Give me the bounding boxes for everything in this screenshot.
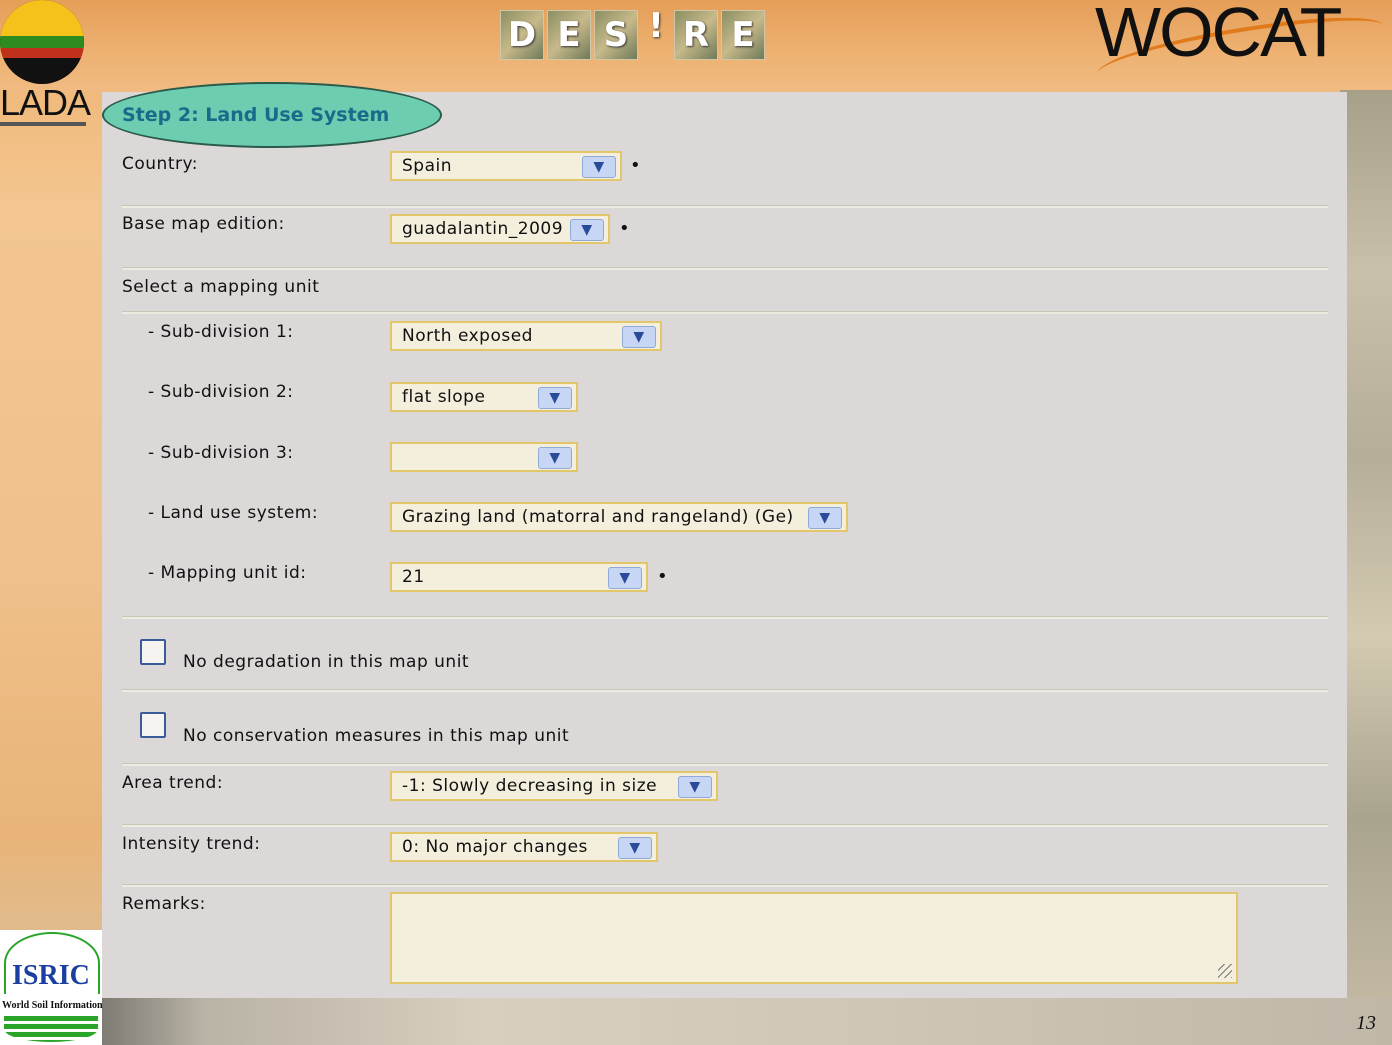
country-select[interactable]: Spain ▼ — [390, 151, 622, 181]
desire-letter: S — [594, 10, 638, 60]
chevron-down-icon[interactable]: ▼ — [538, 447, 572, 469]
subdivision2-select[interactable]: flat slope ▼ — [390, 382, 578, 412]
page-number: 13 — [1356, 1012, 1376, 1034]
intensity-trend-label: Intensity trend: — [122, 834, 261, 854]
desire-letter: E — [547, 10, 591, 60]
intensity-trend-select-value: 0: No major changes — [402, 837, 588, 857]
country-label: Country: — [122, 154, 199, 174]
remarks-label: Remarks: — [122, 894, 206, 914]
no-conservation-checkbox[interactable] — [140, 712, 166, 738]
desire-letter: ! — [648, 6, 664, 46]
no-degradation-label[interactable]: No degradation in this map unit — [183, 652, 469, 672]
mapping-unit-id-select-value: 21 — [402, 567, 425, 587]
desire-logo: D E S ! R E — [500, 6, 765, 60]
mapping-unit-id-label: - Mapping unit id: — [148, 563, 307, 583]
chevron-down-icon[interactable]: ▼ — [622, 326, 656, 348]
lada-logo: LADA — [0, 0, 91, 130]
chevron-down-icon[interactable]: ▼ — [538, 387, 572, 409]
form-panel — [102, 92, 1347, 998]
area-trend-select[interactable]: -1: Slowly decreasing in size ▼ — [390, 771, 718, 801]
desire-letter: R — [674, 10, 718, 60]
area-trend-label: Area trend: — [122, 773, 224, 793]
subdivision2-select-value: flat slope — [402, 387, 486, 407]
chevron-down-icon[interactable]: ▼ — [570, 219, 604, 241]
no-degradation-checkbox[interactable] — [140, 639, 166, 665]
subdivision1-select[interactable]: North exposed ▼ — [390, 321, 662, 351]
base-map-label: Base map edition: — [122, 214, 285, 234]
isric-subtitle: World Soil Information — [2, 1000, 103, 1011]
required-marker: • — [619, 218, 630, 239]
chevron-down-icon[interactable]: ▼ — [808, 507, 842, 529]
chevron-down-icon[interactable]: ▼ — [582, 156, 616, 178]
subdivision3-label: - Sub-division 3: — [148, 443, 294, 463]
base-map-select[interactable]: guadalantin_2009 ▼ — [390, 214, 610, 244]
resize-grip-icon[interactable] — [1218, 964, 1232, 978]
desire-letter: D — [500, 10, 544, 60]
isric-logo-text: ISRIC — [12, 960, 90, 991]
country-select-value: Spain — [402, 156, 452, 176]
lada-emblem-icon — [0, 0, 84, 84]
intensity-trend-select[interactable]: 0: No major changes ▼ — [390, 832, 658, 862]
remarks-textarea[interactable] — [390, 892, 1238, 984]
chevron-down-icon[interactable]: ▼ — [618, 837, 652, 859]
land-use-system-select-value: Grazing land (matorral and rangeland) (G… — [402, 507, 794, 527]
mapping-unit-id-select[interactable]: 21 ▼ — [390, 562, 648, 592]
no-conservation-label[interactable]: No conservation measures in this map uni… — [183, 726, 569, 746]
desire-letter: E — [721, 10, 765, 60]
base-map-select-value: guadalantin_2009 — [402, 219, 564, 239]
required-marker: • — [630, 155, 641, 176]
background-photo-strip — [1340, 90, 1392, 1000]
wocat-logo: WOCAT — [1095, 0, 1342, 71]
subdivision3-select[interactable]: ▼ — [390, 442, 578, 472]
step-title: Step 2: Land Use System — [102, 82, 442, 148]
land-use-system-select[interactable]: Grazing land (matorral and rangeland) (G… — [390, 502, 848, 532]
subdivision1-select-value: North exposed — [402, 326, 533, 346]
area-trend-select-value: -1: Slowly decreasing in size — [402, 776, 658, 796]
lada-logo-text: LADA — [0, 82, 91, 123]
land-use-system-label: - Land use system: — [148, 503, 319, 523]
subdivision2-label: - Sub-division 2: — [148, 382, 294, 402]
chevron-down-icon[interactable]: ▼ — [608, 567, 642, 589]
required-marker: • — [657, 566, 668, 587]
mapping-unit-heading: Select a mapping unit — [122, 277, 320, 297]
isric-logo: ISRIC World Soil Information — [0, 930, 103, 1045]
background-bottom-strip — [100, 998, 1392, 1045]
chevron-down-icon[interactable]: ▼ — [678, 776, 712, 798]
subdivision1-label: - Sub-division 1: — [148, 322, 294, 342]
